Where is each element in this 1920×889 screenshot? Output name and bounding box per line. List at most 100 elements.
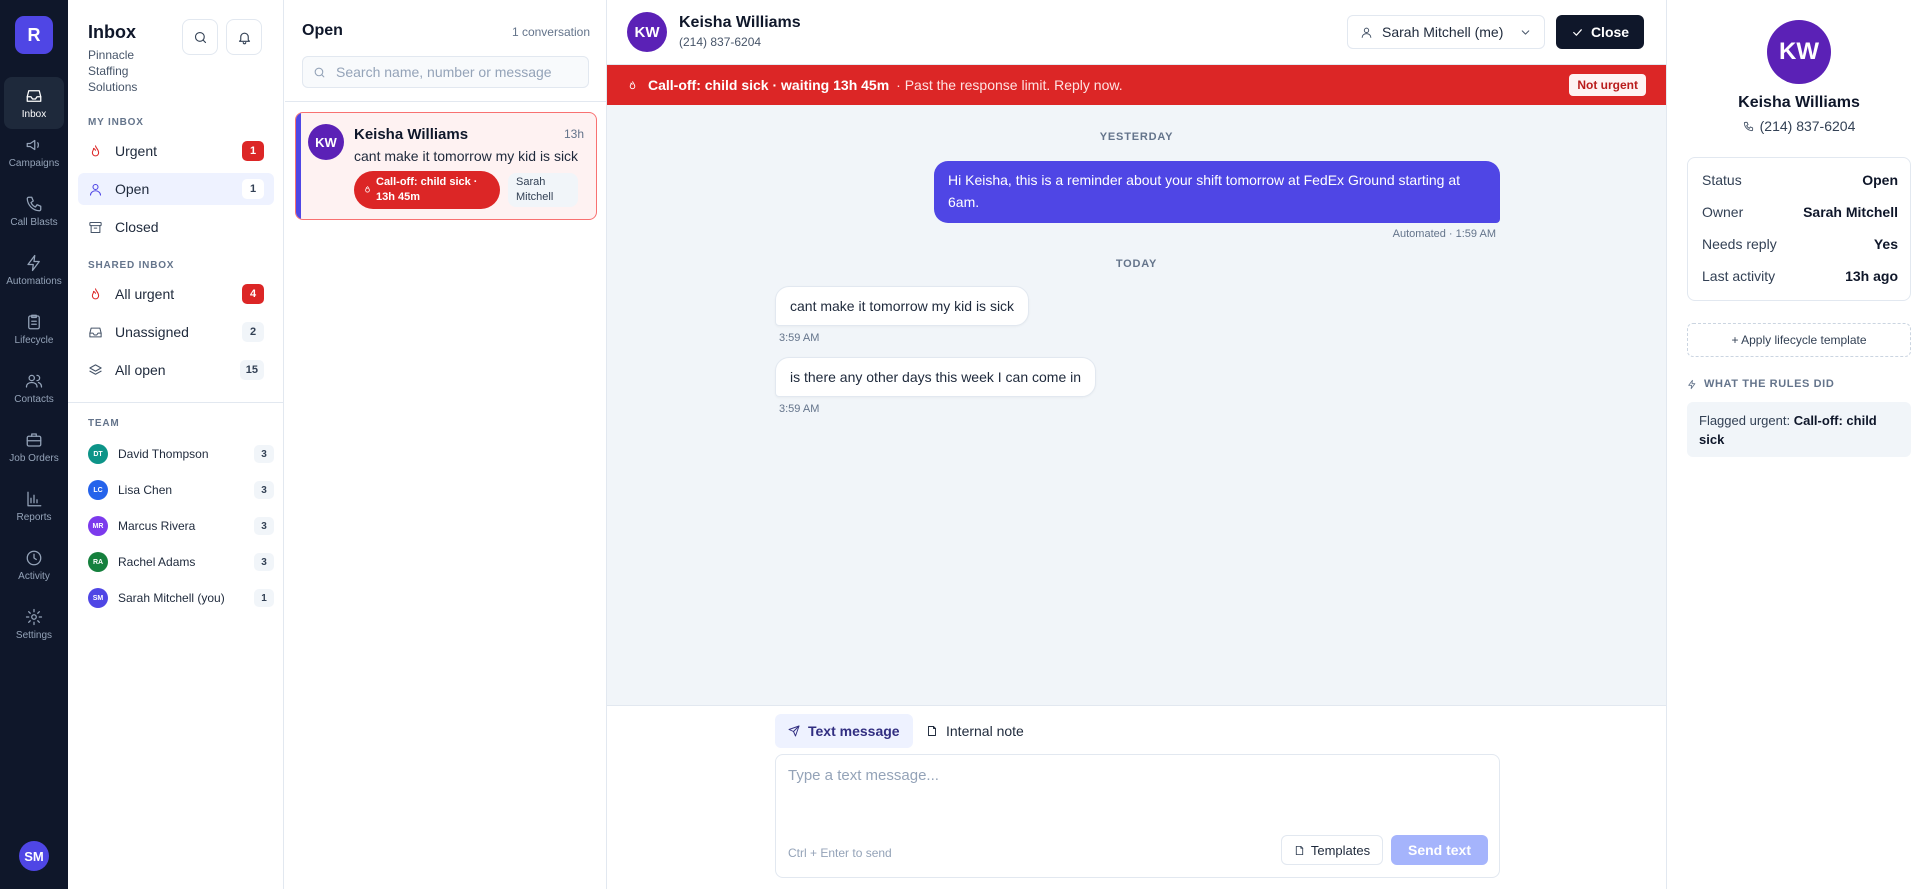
nav-item-all-urgent[interactable]: All urgent 4 — [78, 278, 274, 310]
contact-name: Keisha Williams — [679, 14, 801, 31]
rail-item-label: Campaigns — [8, 157, 60, 169]
team-label: TEAM — [88, 418, 120, 429]
conversation-item[interactable]: KW Keisha Williams 13h cant make it tomo… — [295, 112, 597, 220]
user-avatar[interactable]: SM — [19, 841, 49, 871]
contact-phone-number: (214) 837-6204 — [1759, 118, 1856, 134]
notifications-button[interactable] — [226, 19, 262, 55]
not-urgent-button[interactable]: Not urgent — [1569, 74, 1646, 96]
message-time: 3:59 AM — [779, 403, 820, 415]
divider — [68, 402, 284, 403]
megaphone-icon — [26, 139, 39, 150]
rail-item-label: Call Blasts — [10, 216, 58, 228]
detail-row: Needs reply Yes — [1702, 236, 1898, 252]
my-inbox-label: MY INBOX — [88, 117, 144, 128]
nav-item-label: All open — [115, 362, 166, 378]
nav-item-open[interactable]: Open 1 — [78, 173, 274, 205]
send-text-button[interactable]: Send text — [1391, 835, 1488, 865]
avatar: SM — [88, 588, 108, 608]
nav-item-closed[interactable]: Closed — [78, 211, 274, 243]
rail-item-activity[interactable]: Activity — [4, 539, 64, 591]
tab-internal-note[interactable]: Internal note — [913, 714, 1037, 748]
rail-item-settings[interactable]: Settings — [4, 598, 64, 650]
detail-value: 13h ago — [1845, 268, 1898, 284]
rail-item-label: Reports — [16, 511, 52, 523]
send-hint: Ctrl + Enter to send — [788, 846, 892, 860]
rail-item-automations[interactable]: Automations — [4, 244, 64, 296]
conversation-list: Open 1 conversation KW Keisha Williams 1… — [285, 0, 607, 889]
message-time: 3:59 AM — [779, 332, 820, 344]
tab-label: Text message — [808, 723, 900, 739]
avatar: KW — [308, 124, 344, 160]
archive-icon — [89, 221, 102, 233]
owner-select[interactable]: Sarah Mitchell (me) — [1347, 15, 1545, 49]
rail-item-inbox[interactable]: Inbox — [4, 77, 64, 129]
rules-section-label: WHAT THE RULES DID — [1687, 378, 1834, 390]
nav-item-urgent[interactable]: Urgent 1 — [78, 135, 274, 167]
urgent-tag: Call-off: child sick · 13h 45m — [354, 171, 500, 209]
search-button[interactable] — [182, 19, 218, 55]
rail-item-lifecycle[interactable]: Lifecycle — [4, 303, 64, 355]
owner-chip: Sarah Mitchell — [508, 173, 578, 207]
count-badge: 1 — [242, 141, 264, 161]
day-separator: YESTERDAY — [1099, 131, 1174, 143]
phone-icon — [26, 196, 42, 211]
day-separator: TODAY — [1115, 258, 1158, 270]
avatar: LC — [88, 480, 108, 500]
message-composer: Text message Internal note Ctrl + Enter … — [607, 705, 1666, 889]
contact-details-card: Status Open Owner Sarah Mitchell Needs r… — [1687, 157, 1911, 301]
layers-icon — [89, 363, 102, 375]
team-member[interactable]: RA Rachel Adams 3 — [88, 551, 274, 573]
nav-item-all-open[interactable]: All open 15 — [78, 354, 274, 386]
team-member[interactable]: LC Lisa Chen 3 — [88, 479, 274, 501]
team-member-name: Lisa Chen — [118, 483, 173, 497]
detail-key: Owner — [1702, 204, 1744, 220]
count-badge: 15 — [239, 360, 264, 380]
templates-button[interactable]: Templates — [1281, 835, 1383, 865]
search-input[interactable] — [336, 64, 576, 80]
team-member[interactable]: MR Marcus Rivera 3 — [88, 515, 274, 537]
team-member[interactable]: DT David Thompson 3 — [88, 443, 274, 465]
rail-item-reports[interactable]: Reports — [4, 480, 64, 532]
rail-item-label: Contacts — [14, 393, 54, 405]
note-icon — [1295, 845, 1304, 855]
nav-item-label: Unassigned — [115, 324, 189, 340]
phone-icon — [1743, 121, 1753, 131]
incoming-message: cant make it tomorrow my kid is sick — [775, 286, 1030, 326]
avatar: RA — [88, 552, 108, 572]
team-member-name: Marcus Rivera — [118, 519, 196, 533]
user-icon — [89, 183, 102, 196]
rail-item-label: Settings — [15, 629, 53, 641]
apply-lifecycle-template-button[interactable]: + Apply lifecycle template — [1687, 323, 1911, 357]
rail-item-label: Lifecycle — [14, 334, 54, 346]
rail-item-campaigns[interactable]: Campaigns — [4, 126, 64, 178]
detail-row: Last activity 13h ago — [1702, 268, 1898, 284]
list-header: Open 1 conversation — [285, 0, 606, 102]
count-badge: 3 — [254, 481, 274, 499]
contact-name: Keisha Williams — [1738, 94, 1860, 111]
flame-icon — [365, 186, 370, 193]
owner-select-value: Sarah Mitchell (me) — [1382, 24, 1504, 40]
tab-text-message[interactable]: Text message — [775, 714, 913, 748]
nav-item-unassigned[interactable]: Unassigned 2 — [78, 316, 274, 348]
message-input[interactable] — [788, 767, 1478, 817]
rail-item-job-orders[interactable]: Job Orders — [4, 421, 64, 473]
app-logo[interactable]: R — [15, 16, 53, 54]
clock-icon — [26, 550, 42, 565]
composer-box: Ctrl + Enter to send Templates Send text — [775, 754, 1500, 878]
urgent-tag-label: Call-off: child sick · 13h 45m — [376, 176, 478, 203]
count-badge: 4 — [242, 284, 264, 304]
conversation-search[interactable] — [302, 56, 589, 88]
inbox-icon — [89, 327, 102, 337]
bar-chart-icon — [27, 491, 42, 506]
nav-item-label: All urgent — [115, 286, 175, 302]
flame-icon — [91, 144, 100, 156]
chevron-down-icon — [1521, 29, 1530, 35]
rail-item-call-blasts[interactable]: Call Blasts — [4, 185, 64, 237]
team-member[interactable]: SM Sarah Mitchell (you) 1 — [88, 587, 274, 609]
alert-subtitle: · Past the response limit. Reply now. — [896, 77, 1123, 93]
close-conversation-button[interactable]: Close — [1556, 15, 1644, 49]
detail-key: Status — [1702, 172, 1742, 188]
rail-item-contacts[interactable]: Contacts — [4, 362, 64, 414]
send-icon — [788, 725, 800, 737]
inbox-panel: Inbox Pinnacle Staffing Solutions MY INB… — [68, 0, 284, 889]
